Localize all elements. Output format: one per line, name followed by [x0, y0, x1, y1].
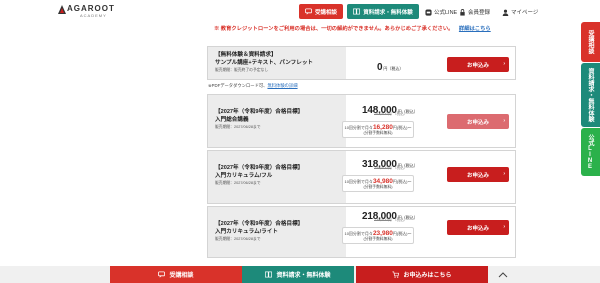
installment-note: (分割手数料無料) — [363, 185, 393, 189]
product-info: 【2027年（令和9年度）合格目標】 入門カリキュラム/フル 販売期間：2027… — [208, 151, 346, 203]
header-register-label: 会員登録 — [468, 10, 491, 16]
scroll-to-top-chevron-up-icon[interactable] — [497, 269, 509, 281]
installment-box: 10回分割で月々16,280円(税込)〜 (分割手数料無料) — [342, 121, 414, 138]
product-title-line2: 入門カリキュラム/フル — [215, 173, 273, 179]
header-register-link[interactable]: 会員登録 — [459, 8, 490, 16]
price-value: 0 — [377, 62, 383, 73]
product-info: 【無料体験＆資料請求】 サンプル講座+テキスト、パンフレット 販売期間：販売終了… — [208, 47, 346, 79]
product-period: 販売期間：2027/06/28まで — [215, 237, 261, 241]
installment-box: 10回分割で月々34,980円(税込)〜 (分割手数料無料) — [342, 175, 414, 192]
chevron-right-icon: › — [503, 224, 505, 230]
installment-amount: 23,980 — [372, 230, 393, 237]
logo-subtext: ACADEMY — [80, 13, 107, 18]
installment-note: (分割手数料無料) — [363, 237, 393, 241]
free-trial-details-link[interactable]: 無料体験の詳細 — [267, 83, 297, 88]
original-price: 162,800円（税込） — [374, 112, 408, 117]
product-info: 【2027年（令和9年度）合格目標】 入門総合講義 販売期間：2027/06/2… — [208, 95, 346, 147]
header-docs-label: 資料請求・無料体験 — [363, 9, 413, 16]
apply-label: お申込み — [466, 225, 489, 232]
installment-suffix: 円(税込)〜 — [392, 179, 412, 184]
pdf-note-text: ※PDFデータダウンロード可、 — [208, 83, 268, 88]
bottom-cta-bar: 受講相談 資料請求・無料体験 お申込みはこちら — [0, 266, 600, 283]
original-price-value: 349,800円 — [374, 166, 392, 170]
bottom-consult-label: 受講相談 — [169, 273, 194, 279]
notice-details-link[interactable]: 詳細はこちら — [459, 26, 491, 32]
installment-prefix: 10回分割で月々 — [344, 125, 373, 130]
cart-icon — [392, 271, 400, 278]
original-price-value: 239,800円 — [374, 218, 392, 222]
original-price: 349,800円（税込） — [374, 166, 408, 171]
bottom-consult-button[interactable]: 受講相談 — [110, 266, 242, 283]
book-icon — [265, 271, 273, 278]
lock-icon — [460, 8, 465, 16]
apply-button[interactable]: お申込み › — [447, 57, 509, 72]
logo-mark-icon — [58, 5, 66, 14]
original-price-value: 162,800円 — [374, 112, 392, 116]
chat-icon — [158, 271, 166, 278]
notice-text: ※ 教育クレジットローンをご利用の場合は、一切の解約ができません。あらかじめご了… — [214, 26, 454, 32]
header-line-link[interactable]: 公式LINE — [425, 8, 457, 16]
header-consult-label: 受講相談 — [314, 9, 337, 16]
bottom-docs-label: 資料請求・無料体験 — [276, 273, 331, 279]
apply-label: お申込み — [466, 62, 489, 69]
header-docs-button[interactable]: 資料請求・無料体験 — [347, 4, 419, 19]
book-icon — [353, 8, 361, 15]
product-title-line1: 【2027年（令和9年度）合格目標】 — [215, 109, 304, 115]
chat-icon — [305, 8, 312, 15]
installment-prefix: 10回分割で月々 — [344, 179, 373, 184]
product-title-line2: サンプル講座+テキスト、パンフレット — [215, 60, 314, 66]
side-tab-consult[interactable]: 受講相談 — [581, 22, 600, 62]
bottom-apply-button[interactable]: お申込みはこちら — [356, 266, 488, 283]
apply-button[interactable]: お申込み › — [447, 167, 509, 182]
product-title-line1: 【無料体験＆資料請求】 — [215, 52, 277, 58]
user-icon — [502, 9, 509, 16]
chevron-right-icon: › — [503, 171, 505, 177]
original-price-tax: （税込） — [392, 218, 408, 222]
logo-text: AGAROOT — [67, 4, 115, 13]
agaroot-logo[interactable]: AGAROOT ACADEMY — [58, 4, 118, 20]
pdf-note: ※PDFデータダウンロード可、無料体験の詳細 — [208, 83, 298, 89]
installment-box: 10回分割で月々23,980円(税込)〜 (分割手数料無料) — [342, 227, 414, 244]
product-info: 【2027年（令和9年度）合格目標】 入門カリキュラム/ライト 販売期間：202… — [208, 207, 346, 257]
apply-label: お申込み — [466, 172, 489, 179]
product-period: 販売期間：販売終了の予定なし — [215, 68, 269, 72]
bottom-docs-button[interactable]: 資料請求・無料体験 — [242, 266, 354, 283]
side-tab-docs[interactable]: 資料請求・無料体験 — [581, 63, 600, 127]
product-title-line2: 入門総合講義 — [215, 117, 249, 123]
line-icon — [425, 8, 432, 16]
price-unit: 円（税込） — [383, 66, 404, 71]
apply-button[interactable]: お申込み › — [447, 114, 509, 129]
header-mypage-label: マイページ — [511, 10, 539, 16]
bottom-apply-label: お申込みはこちら — [403, 273, 452, 279]
installment-prefix: 10回分割で月々 — [344, 231, 373, 236]
product-title-line2: 入門カリキュラム/ライト — [215, 229, 278, 235]
header-consult-button[interactable]: 受講相談 — [299, 4, 343, 19]
product-period: 販売期間：2027/06/28まで — [215, 125, 261, 129]
product-price: 0円（税込） — [377, 57, 403, 75]
original-price-tax: （税込） — [392, 166, 408, 170]
product-period: 販売期間：2027/06/28まで — [215, 181, 261, 185]
side-tab-line[interactable]: 公式LINE — [581, 128, 600, 176]
original-price: 239,800円（税込） — [374, 218, 408, 223]
header-line-label: 公式LINE — [434, 10, 458, 16]
installment-amount: 34,980 — [372, 178, 393, 185]
chevron-right-icon: › — [503, 118, 505, 124]
header-mypage-link[interactable]: マイページ — [502, 8, 538, 16]
site-header: AGAROOT ACADEMY 受講相談 資料請求・無料体験 公式LINE 会員… — [0, 0, 600, 24]
product-title-line1: 【2027年（令和9年度）合格目標】 — [215, 221, 304, 227]
installment-suffix: 円(税込)〜 — [392, 231, 412, 236]
credit-loan-notice: ※ 教育クレジットローンをご利用の場合は、一切の解約ができません。あらかじめご了… — [214, 24, 491, 32]
product-title-line1: 【2027年（令和9年度）合格目標】 — [215, 165, 304, 171]
installment-suffix: 円(税込)〜 — [392, 125, 412, 130]
installment-amount: 16,280 — [372, 124, 393, 131]
original-price-tax: （税込） — [392, 112, 408, 116]
apply-button[interactable]: お申込み › — [447, 220, 509, 235]
chevron-right-icon: › — [503, 61, 505, 67]
apply-label: お申込み — [466, 119, 489, 126]
installment-note: (分割手数料無料) — [363, 131, 393, 135]
